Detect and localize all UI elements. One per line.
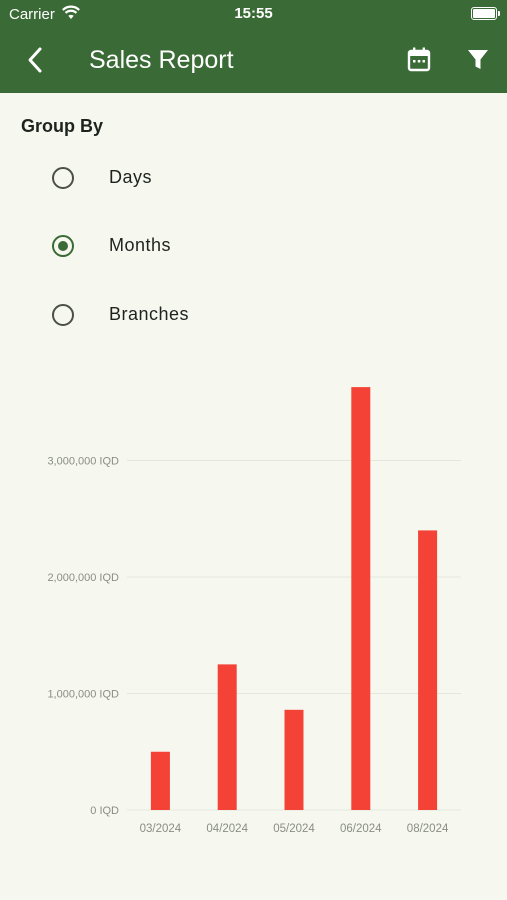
y-tick-label: 2,000,000 IQD [47, 572, 119, 584]
x-tick-label: 08/2024 [407, 823, 449, 835]
bar-05-2024 [284, 709, 304, 810]
filter-icon[interactable] [464, 46, 492, 74]
radio-label: Days [109, 167, 153, 187]
clock: 15:55 [234, 5, 273, 22]
app-bar: Carrier 15:55 Sales Report [0, 0, 507, 93]
bar-03-2024 [150, 751, 170, 810]
radio-label: Months [109, 235, 172, 255]
radio-button[interactable] [52, 304, 74, 326]
radio-button-selected[interactable] [52, 235, 74, 257]
battery-icon [471, 7, 500, 20]
y-tick-label: 1,000,000 IQD [47, 689, 119, 701]
radio-option-days[interactable]: Days [52, 160, 372, 196]
y-tick-label: 3,000,000 IQD [47, 456, 119, 468]
x-tick-label: 03/2024 [140, 823, 182, 835]
radio-option-branches[interactable]: Branches [52, 297, 372, 333]
calendar-icon[interactable] [405, 45, 433, 73]
x-tick-label: 06/2024 [340, 823, 382, 835]
status-bar: Carrier 15:55 [0, 0, 507, 28]
bar-04-2024 [217, 664, 237, 810]
sales-bar-chart: 0 IQD 1,000,000 IQD 2,000,000 IQD 3,000,000… [47, 387, 461, 835]
bar-08-2024 [418, 530, 438, 810]
radio-option-months[interactable]: Months [52, 228, 372, 264]
radio-button[interactable] [52, 167, 74, 189]
group-by-label: Group By [21, 116, 104, 136]
x-tick-label: 04/2024 [206, 823, 248, 835]
radio-label: Branches [109, 304, 190, 324]
chevron-left-icon[interactable] [22, 44, 50, 76]
bar-06-2024 [351, 387, 371, 810]
y-tick-label: 0 IQD [90, 805, 119, 817]
x-tick-label: 05/2024 [273, 823, 315, 835]
page-title: Sales Report [89, 46, 234, 74]
